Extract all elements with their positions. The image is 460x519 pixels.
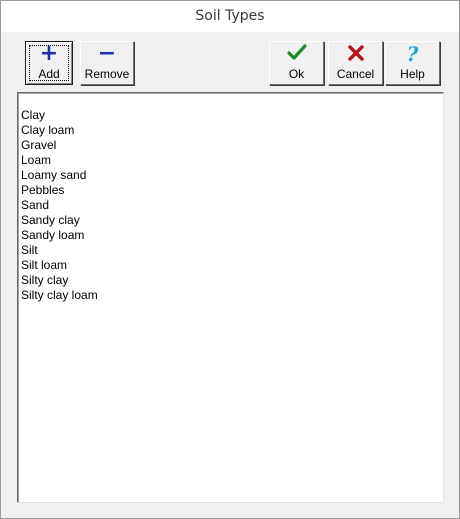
- checkmark-icon: [270, 44, 323, 64]
- list-item[interactable]: Sandy clay: [20, 213, 98, 228]
- soil-types-listbox[interactable]: Clay Clay loam Gravel Loam Loamy sand Pe…: [17, 92, 444, 503]
- list-item[interactable]: Silty clay: [20, 273, 98, 288]
- list-item[interactable]: Clay loam: [20, 123, 98, 138]
- cancel-button-label: Cancel: [336, 67, 375, 81]
- list-item[interactable]: Loam: [20, 153, 98, 168]
- plus-icon: +: [39, 41, 59, 66]
- x-icon: [329, 44, 382, 64]
- ok-button-label: Ok: [288, 67, 305, 81]
- soil-types-dialog: Soil Types + Add − Remove Ok Cancel ? He…: [0, 0, 460, 519]
- remove-button[interactable]: − Remove: [80, 41, 134, 85]
- add-button[interactable]: + Add: [25, 41, 73, 85]
- list-item[interactable]: Sandy loam: [20, 228, 98, 243]
- dialog-body: + Add − Remove Ok Cancel ? Help Clay Cla…: [8, 32, 452, 511]
- question-mark-icon: ?: [406, 42, 419, 66]
- minus-icon: −: [97, 41, 117, 66]
- cancel-button[interactable]: Cancel: [328, 41, 383, 85]
- remove-button-label: Remove: [84, 67, 130, 81]
- list-item[interactable]: Pebbles: [20, 183, 98, 198]
- window-title: Soil Types: [195, 8, 265, 24]
- list-item[interactable]: Silty clay loam: [20, 288, 98, 303]
- ok-button[interactable]: Ok: [269, 41, 324, 85]
- list-item[interactable]: Silt loam: [20, 258, 98, 273]
- add-button-label: Add: [38, 67, 60, 81]
- list-item[interactable]: Silt: [20, 243, 98, 258]
- title-bar: Soil Types: [1, 1, 459, 32]
- help-button-label: Help: [400, 67, 425, 81]
- list-item[interactable]: Sand: [20, 198, 98, 213]
- list-item[interactable]: Clay: [20, 108, 98, 123]
- help-button[interactable]: ? Help: [385, 41, 440, 85]
- soil-types-list: Clay Clay loam Gravel Loam Loamy sand Pe…: [20, 108, 98, 303]
- list-item[interactable]: Gravel: [20, 138, 98, 153]
- list-item[interactable]: Loamy sand: [20, 168, 98, 183]
